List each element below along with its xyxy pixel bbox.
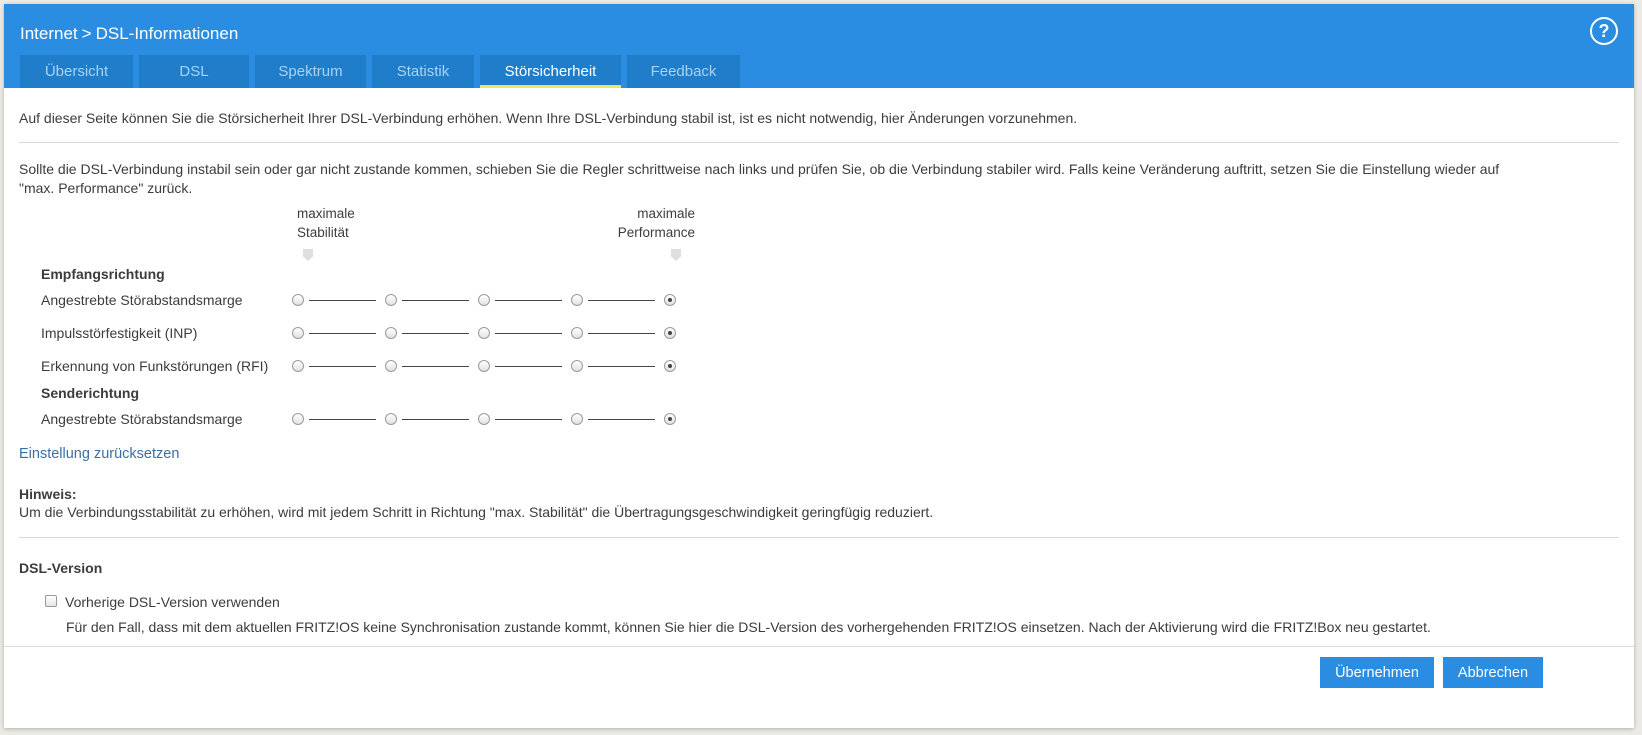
scale-right-marker-icon [671, 249, 681, 261]
divider [19, 537, 1619, 538]
slider-rfi[interactable] [292, 359, 676, 373]
receive-direction-heading: Empfangsrichtung [41, 266, 165, 282]
slider-step-radio[interactable] [664, 360, 676, 372]
scale-right-line-1: maximale [637, 206, 695, 221]
breadcrumb-current: DSL-Informationen [95, 24, 239, 43]
dsl-version-description: Für den Fall, dass mit dem aktuellen FRI… [66, 619, 1431, 635]
breadcrumb: Internet > DSL-Informationen [20, 23, 238, 45]
slider-snr-margin-send[interactable] [292, 412, 676, 426]
slider-label-snr-margin-send: Angestrebte Störabstandsmarge [41, 411, 243, 427]
slider-step-radio[interactable] [478, 413, 490, 425]
slider-track [402, 300, 469, 301]
slider-track [309, 300, 376, 301]
scale-right-line-2: Performance [617, 225, 695, 240]
slider-track [495, 419, 562, 420]
tab-label: Spektrum [278, 63, 343, 80]
instructions-line-2: "max. Performance" zurück. [19, 180, 193, 196]
tab-label: Übersicht [44, 63, 109, 80]
dsl-version-heading: DSL-Version [19, 560, 103, 576]
slider-track [309, 366, 376, 367]
tab-label: DSL [179, 63, 209, 80]
slider-track [495, 300, 562, 301]
send-direction-heading: Senderichtung [41, 385, 140, 401]
cancel-button[interactable]: Abbrechen [1443, 657, 1543, 688]
header-bar: Internet > DSL-Informationen ? Übersicht… [4, 4, 1634, 88]
tab-uebersicht[interactable]: Übersicht [20, 55, 133, 88]
slider-inp[interactable] [292, 326, 676, 340]
tab-label: Feedback [650, 63, 717, 80]
scale-left-line-1: maximale [297, 206, 355, 221]
hint-text: Um die Verbindungsstabilität zu erhöhen,… [19, 504, 934, 520]
slider-step-radio[interactable] [571, 413, 583, 425]
slider-step-radio[interactable] [664, 327, 676, 339]
tab-feedback[interactable]: Feedback [627, 55, 740, 88]
slider-snr-margin-receive[interactable] [292, 293, 676, 307]
instructions-line-1: Sollte die DSL-Verbindung instabil sein … [19, 161, 1500, 177]
intro-text: Auf dieser Seite können Sie die Störsich… [19, 110, 1078, 126]
slider-track [588, 366, 655, 367]
slider-label-rfi: Erkennung von Funkstörungen (RFI) [41, 358, 269, 374]
slider-step-radio[interactable] [571, 327, 583, 339]
tab-label: Statistik [396, 63, 450, 80]
slider-label-snr-margin-receive: Angestrebte Störabstandsmarge [41, 292, 243, 308]
hint-title: Hinweis: [19, 486, 77, 502]
previous-dsl-version-label[interactable]: Vorherige DSL-Version verwenden [65, 593, 280, 612]
slider-step-radio[interactable] [385, 413, 397, 425]
previous-dsl-version-checkbox[interactable] [45, 595, 57, 607]
scale-left-marker-icon [303, 249, 313, 261]
slider-step-radio[interactable] [571, 294, 583, 306]
tab-stoersicherheit[interactable]: Störsicherheit [480, 55, 621, 88]
breadcrumb-separator: > [81, 24, 92, 43]
slider-step-radio[interactable] [478, 360, 490, 372]
help-icon[interactable]: ? [1590, 17, 1618, 45]
slider-track [495, 333, 562, 334]
main-window: Internet > DSL-Informationen ? Übersicht… [4, 4, 1634, 728]
slider-track [402, 366, 469, 367]
tab-dsl[interactable]: DSL [139, 55, 249, 88]
tab-spektrum[interactable]: Spektrum [255, 55, 366, 88]
scale-left-line-2: Stabilität [297, 225, 349, 240]
slider-step-radio[interactable] [385, 327, 397, 339]
slider-track [495, 366, 562, 367]
slider-track [402, 333, 469, 334]
content-area: Auf dieser Seite können Sie die Störsich… [19, 88, 1619, 644]
apply-button[interactable]: Übernehmen [1320, 657, 1434, 688]
slider-track [309, 333, 376, 334]
slider-track [588, 419, 655, 420]
breadcrumb-root[interactable]: Internet [20, 24, 78, 44]
slider-track [309, 419, 376, 420]
slider-track [588, 300, 655, 301]
slider-step-radio[interactable] [664, 294, 676, 306]
slider-step-radio[interactable] [292, 327, 304, 339]
slider-label-inp: Impulsstörfestigkeit (INP) [41, 325, 198, 341]
slider-step-radio[interactable] [292, 294, 304, 306]
slider-track [402, 419, 469, 420]
reset-settings-link[interactable]: Einstellung zurücksetzen [19, 446, 179, 462]
slider-step-radio[interactable] [478, 327, 490, 339]
slider-step-radio[interactable] [385, 294, 397, 306]
slider-track [588, 333, 655, 334]
slider-step-radio[interactable] [385, 360, 397, 372]
slider-step-radio[interactable] [292, 360, 304, 372]
slider-step-radio[interactable] [664, 413, 676, 425]
divider [19, 142, 1619, 143]
slider-step-radio[interactable] [478, 294, 490, 306]
tab-statistik[interactable]: Statistik [372, 55, 474, 88]
slider-step-radio[interactable] [292, 413, 304, 425]
slider-step-radio[interactable] [571, 360, 583, 372]
tab-label: Störsicherheit [504, 63, 597, 80]
footer-divider [4, 646, 1634, 647]
